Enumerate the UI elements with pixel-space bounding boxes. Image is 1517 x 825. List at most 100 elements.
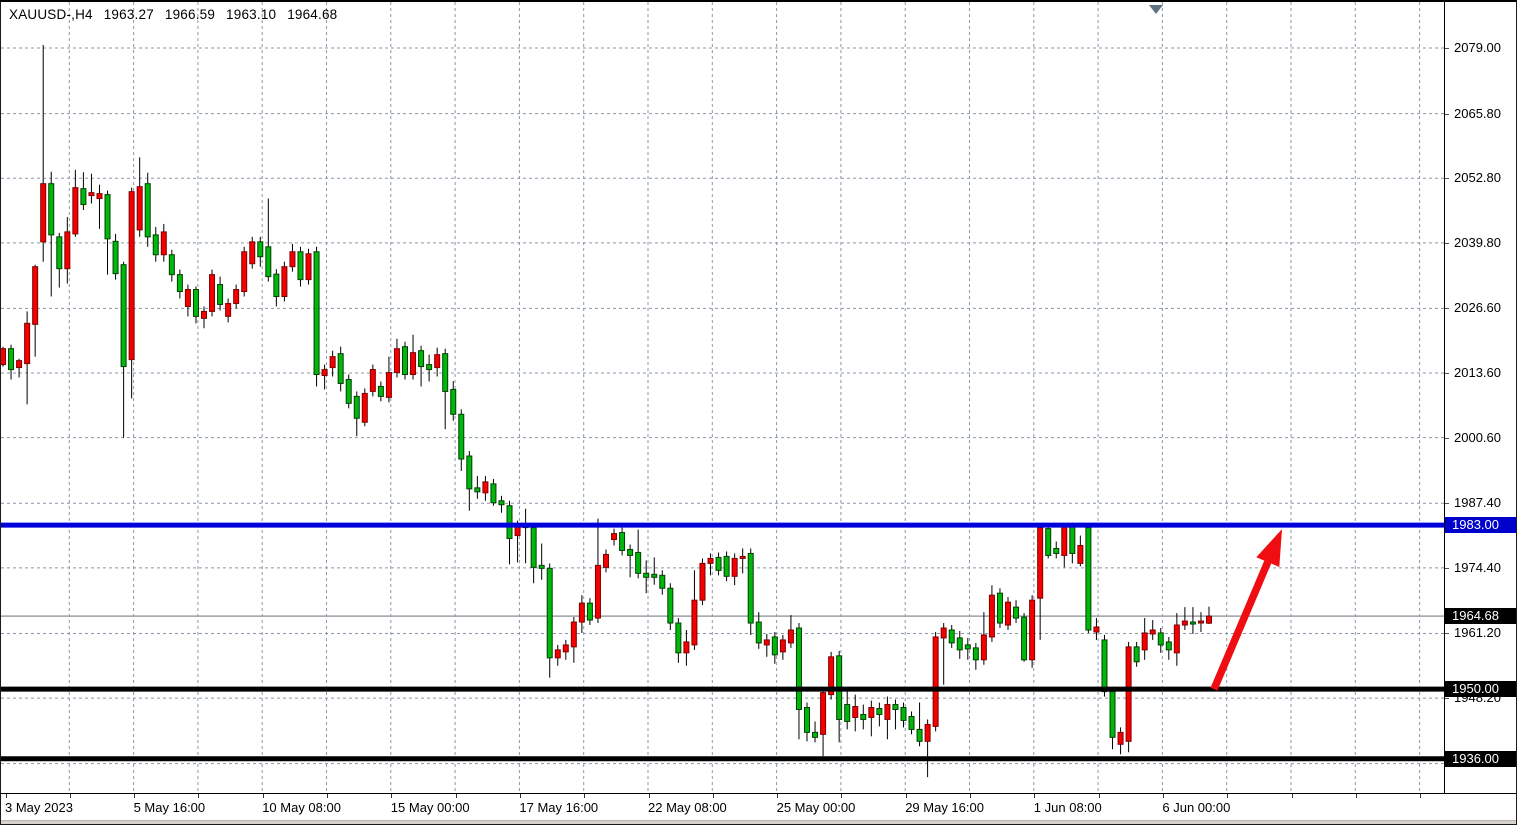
bullish-candle [869, 701, 874, 737]
symbol-period-label: XAUUSD-,H4 [9, 7, 93, 22]
bearish-candle [121, 262, 126, 438]
candle-body [716, 557, 721, 570]
time-axis-tick [456, 794, 457, 798]
candle-body [1102, 640, 1107, 692]
time-axis[interactable]: 3 May 20235 May 16:0010 May 08:0015 May … [1, 793, 1517, 820]
candle-body [772, 637, 777, 655]
candle-body [989, 595, 994, 637]
candle-body [202, 311, 207, 318]
time-axis-tick [906, 794, 907, 798]
bullish-candle [97, 185, 102, 229]
bearish-candle [354, 391, 359, 436]
bullish-candle [161, 224, 166, 262]
candle-body [394, 349, 399, 373]
candle-body [1126, 647, 1131, 741]
bullish-candle [129, 188, 134, 399]
trend-arrow-head[interactable] [1256, 529, 1282, 567]
candle-body [49, 184, 54, 235]
trend-arrow-shaft[interactable] [1214, 562, 1268, 689]
candle-body [925, 724, 930, 741]
candle-body [73, 188, 78, 234]
candle-body [234, 290, 239, 304]
bearish-candle [338, 347, 343, 392]
candle-body [1118, 732, 1123, 744]
candle-body [258, 242, 263, 257]
bearish-candle [1070, 523, 1075, 564]
bullish-candle [563, 640, 568, 660]
candle-body [579, 603, 584, 622]
price-axis-tick [1445, 438, 1449, 439]
candle-body [57, 237, 62, 269]
price-axis-label: 2026.60 [1445, 300, 1517, 316]
candle-body [652, 574, 657, 577]
time-axis-tick [584, 794, 585, 798]
candle-body [1006, 602, 1011, 625]
candle-body [1182, 621, 1187, 625]
chart-plot-area[interactable]: XAUUSD-,H4 1963.27 1966.59 1963.10 1964.… [1, 2, 1444, 793]
bullish-candle [394, 339, 399, 378]
candle-body [65, 232, 70, 269]
bearish-candle [499, 496, 504, 513]
candlestick-chart-canvas[interactable] [1, 2, 1444, 793]
chart-shift-marker-icon[interactable] [1149, 5, 1163, 14]
bullish-candle [1030, 595, 1035, 668]
bearish-candle [403, 342, 408, 380]
price-axis-label: 2079.00 [1445, 40, 1517, 56]
candle-body [676, 623, 681, 653]
time-axis-tick [263, 794, 264, 798]
bullish-candle [242, 247, 247, 297]
candle-body [1166, 642, 1171, 650]
bearish-candle [193, 287, 198, 324]
bullish-candle [137, 157, 142, 237]
candle-body [1030, 600, 1035, 660]
candle-body [933, 637, 938, 726]
candle-body [909, 716, 914, 729]
candle-body [105, 195, 110, 239]
bullish-candle [25, 311, 30, 404]
candle-body [700, 563, 705, 600]
bearish-candle [1022, 613, 1027, 662]
price-axis-highlighted-label: 1936.00 [1445, 751, 1517, 767]
bullish-candle [1062, 524, 1067, 568]
bullish-candle [1078, 536, 1083, 567]
time-axis-label: 25 May 00:00 [777, 800, 856, 815]
candle-body [483, 482, 488, 493]
bullish-candle [1, 347, 6, 367]
bullish-candle [210, 270, 215, 317]
candle-body [1094, 627, 1099, 632]
bullish-candle [595, 519, 600, 623]
bearish-candle [467, 451, 472, 511]
time-axis-tick [1034, 794, 1035, 798]
candle-body [869, 708, 874, 718]
candle-body [780, 640, 785, 652]
candle-body [282, 267, 287, 297]
bullish-candle [780, 635, 785, 660]
candle-body [250, 242, 255, 264]
candle-body [628, 549, 633, 555]
candle-body [1022, 617, 1027, 660]
candle-body [411, 353, 416, 375]
candle-body [1207, 616, 1212, 623]
candle-body [97, 194, 102, 199]
candle-body [732, 558, 737, 576]
candle-body [1046, 529, 1051, 556]
bullish-candle [483, 476, 488, 501]
candle-body [403, 347, 408, 375]
bearish-candle [1134, 642, 1139, 667]
bearish-candle [531, 524, 536, 584]
bearish-candle [274, 269, 279, 306]
candle-body [853, 707, 858, 718]
bullish-candle [290, 244, 295, 272]
high-value: 1966.59 [165, 7, 215, 22]
bearish-candle [266, 199, 271, 282]
price-axis[interactable]: 2079.002065.802052.802039.802026.602013.… [1444, 2, 1517, 793]
candle-body [1, 349, 6, 365]
price-axis-tick [1445, 114, 1449, 115]
bullish-candle [684, 630, 689, 666]
bearish-candle [298, 247, 303, 287]
price-axis-tick [1445, 373, 1449, 374]
bearish-candle [218, 277, 223, 311]
candle-body [41, 184, 46, 242]
bullish-candle [925, 719, 930, 777]
candle-body [161, 232, 166, 255]
